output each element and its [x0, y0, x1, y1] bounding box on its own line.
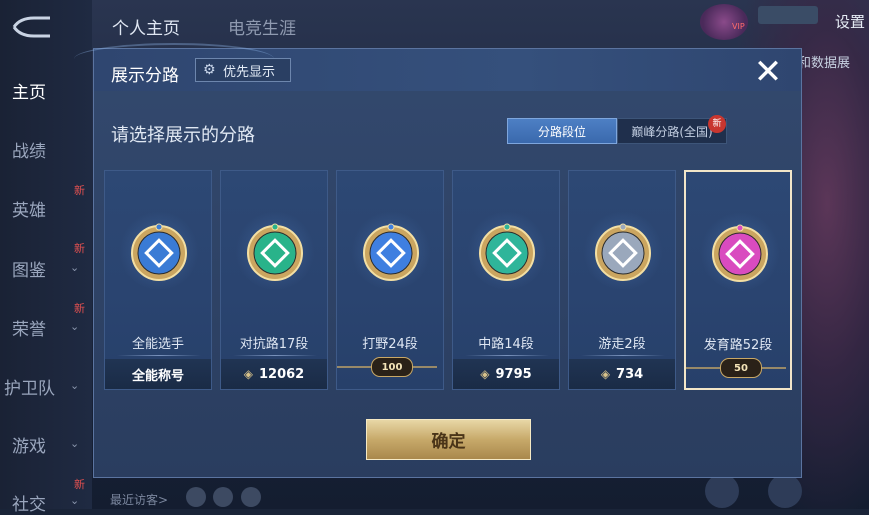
chevron-down-icon: ⌄ — [70, 494, 80, 507]
new-badge: 新 — [74, 478, 85, 491]
nav-item-heroes[interactable]: 英雄 — [12, 196, 46, 221]
chevron-down-icon: ⌄ — [70, 261, 80, 274]
nav-item-guard[interactable]: 护卫队 — [4, 374, 55, 399]
vip-label: VIP — [732, 22, 745, 31]
lane-mode-toggle: 分路段位 巅峰分路(全国) 新 — [507, 115, 727, 144]
card-footer-value: 12062 — [259, 366, 305, 382]
confirm-button[interactable]: 确定 — [366, 419, 531, 460]
new-badge: 新 — [74, 242, 85, 255]
card-footer-value: 全能称号 — [131, 368, 184, 384]
lane-card-list: 全能选手 全能称号 对抗路17段 ◈ 12062 打野24段 100 中路14段 ◈ 9795 游走… — [104, 170, 794, 390]
lane-rank-label: 发育路52段 — [703, 338, 773, 353]
lane-card[interactable]: 全能选手 全能称号 — [104, 170, 212, 390]
chevron-down-icon: ⌄ — [70, 320, 80, 333]
lane-rank-label: 全能选手 — [131, 337, 184, 352]
left-nav: 主页 战绩 英雄 新 图鉴 新 ⌄ 荣誉 新 ⌄ 护卫队 ⌄ 游戏 ⌄ 社交 新… — [0, 0, 92, 515]
rank-points-icon: ◈ — [243, 367, 253, 381]
rank-emblem-icon — [131, 223, 187, 281]
lane-card[interactable]: 发育路52段 50 — [684, 170, 792, 390]
settings-button[interactable]: 设置 — [835, 11, 865, 32]
nav-item-honor[interactable]: 荣誉 — [12, 315, 46, 340]
data-label: 和数据展 — [798, 56, 851, 71]
rank-emblem-icon — [712, 224, 768, 282]
rank-emblem-icon — [363, 223, 419, 281]
lane-card[interactable]: 对抗路17段 ◈ 12062 — [220, 170, 328, 390]
lane-rank-label: 中路14段 — [478, 337, 534, 352]
rank-emblem-icon — [247, 223, 303, 281]
play-icon[interactable] — [768, 474, 802, 508]
star-count-badge: 50 — [720, 358, 762, 378]
gear-icon: ⚙ — [203, 62, 216, 78]
lane-card[interactable]: 中路14段 ◈ 9795 — [452, 170, 560, 390]
card-footer: ◈ 9795 — [453, 359, 559, 389]
tab-esports-career[interactable]: 电竞生涯 — [228, 14, 296, 39]
card-footer: 全能称号 — [105, 359, 211, 389]
lane-rank-label: 打野24段 — [362, 337, 418, 352]
rank-emblem-icon — [479, 223, 535, 281]
divider — [233, 355, 317, 356]
new-badge: 新 — [74, 184, 85, 197]
divider — [117, 355, 201, 356]
tab-profile[interactable]: 个人主页 — [112, 14, 180, 39]
home-icon[interactable] — [705, 474, 739, 508]
dialog-title: 展示分路 — [111, 66, 179, 86]
tab-peak-lane-label: 巅峰分路(全国) — [631, 124, 713, 139]
dialog-subtitle: 请选择展示的分路 — [111, 125, 255, 146]
card-footer-value: 734 — [616, 366, 644, 382]
lane-rank-label: 游走2段 — [598, 337, 646, 352]
nav-item-record[interactable]: 战绩 — [12, 137, 46, 162]
chevron-down-icon: ⌄ — [70, 437, 80, 450]
close-button[interactable]: ✕ — [750, 55, 786, 91]
avatar — [186, 487, 206, 507]
lane-card[interactable]: 打野24段 100 — [336, 170, 444, 390]
lane-rank-label: 对抗路17段 — [239, 337, 309, 352]
back-icon[interactable] — [10, 16, 54, 38]
divider — [581, 355, 665, 356]
divider — [465, 355, 549, 356]
rank-points-icon: ◈ — [480, 367, 490, 381]
top-badge — [758, 6, 818, 24]
priority-display-button[interactable]: ⚙ 优先显示 — [195, 58, 291, 82]
card-footer-value: 9795 — [495, 366, 532, 382]
avatar — [241, 487, 261, 507]
nav-item-home[interactable]: 主页 — [12, 78, 46, 103]
star-count-badge: 100 — [371, 357, 413, 377]
card-footer: ◈ 12062 — [221, 359, 327, 389]
nav-item-game[interactable]: 游戏 — [12, 432, 46, 457]
priority-label: 优先显示 — [223, 64, 276, 80]
new-badge: 新 — [708, 115, 726, 133]
avatar — [213, 487, 233, 507]
lane-card[interactable]: 游走2段 ◈ 734 — [568, 170, 676, 390]
rank-points-icon: ◈ — [600, 367, 611, 381]
tab-peak-lane[interactable]: 巅峰分路(全国) 新 — [617, 115, 727, 144]
nav-item-codex[interactable]: 图鉴 — [12, 256, 46, 281]
chevron-down-icon: ⌄ — [70, 379, 80, 392]
dialog-header: 展示分路 ⚙ 优先显示 ✕ — [74, 43, 801, 91]
tab-lane-rank[interactable]: 分路段位 — [507, 118, 617, 144]
recent-visitors-link[interactable]: 最近访客> — [110, 491, 168, 508]
new-badge: 新 — [74, 302, 85, 315]
display-lane-dialog: 展示分路 ⚙ 优先显示 ✕ 请选择展示的分路 分路段位 巅峰分路(全国) 新 全… — [74, 43, 802, 478]
nav-item-social[interactable]: 社交 — [12, 490, 46, 515]
card-footer: ◈ 734 — [569, 359, 675, 389]
rank-emblem-icon — [595, 223, 651, 281]
